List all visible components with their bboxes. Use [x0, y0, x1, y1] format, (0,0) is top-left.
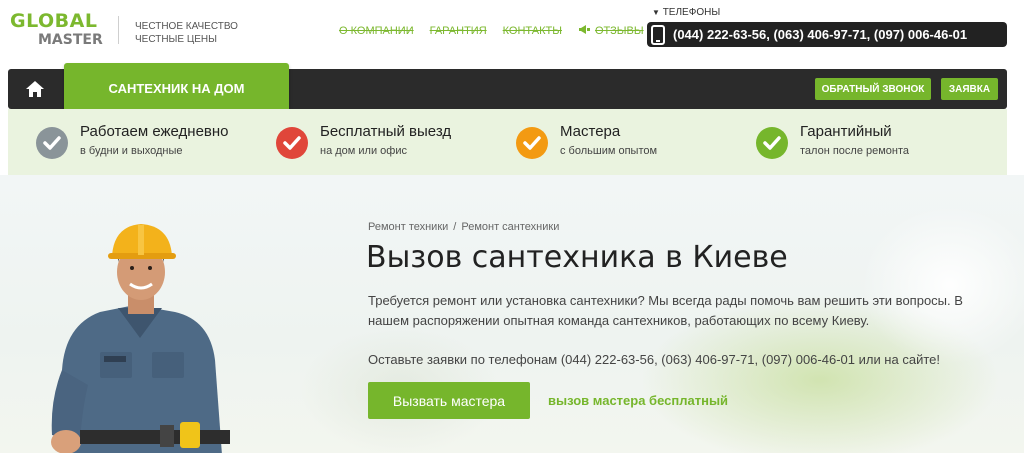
home-icon[interactable]	[25, 79, 45, 99]
phone-icon	[651, 24, 665, 45]
call-master-button-label: Вызвать мастера	[392, 392, 506, 409]
check-icon	[756, 127, 788, 159]
nav-link-about[interactable]: О КОМПАНИИ	[339, 24, 414, 38]
breadcrumb-separator: /	[453, 221, 457, 233]
free-call-note: вызов мастера бесплатный	[548, 393, 729, 408]
logo[interactable]: GLOBAL MASTER	[10, 10, 103, 48]
logo-line2: MASTER	[38, 32, 103, 48]
feature-subtitle: в будни и выходные	[80, 145, 183, 157]
nav-link-guarantee-label: ГАРАНТИЯ	[429, 25, 487, 37]
top-nav: О КОМПАНИИ ГАРАНТИЯ КОНТАКТЫ ОТЗЫВЫ	[339, 24, 644, 38]
feature-daily: Работаем ежедневно в будни и выходные	[36, 122, 229, 159]
request-button[interactable]: ЗАЯВКА	[941, 78, 998, 100]
nav-link-contacts[interactable]: КОНТАКТЫ	[503, 24, 562, 38]
hero-lead-text: Требуется ремонт или установка сантехник…	[368, 293, 963, 328]
feature-free-visit: Бесплатный выезд на дом или офис	[276, 122, 451, 159]
nav-link-about-label: О КОМПАНИИ	[339, 25, 414, 37]
breadcrumb: Ремонт техники / Ремонт сантехники	[368, 221, 559, 233]
feature-subtitle: талон после ремонта	[800, 145, 910, 157]
feature-subtitle: на дом или офис	[320, 145, 407, 157]
page-title: Вызов сантехника в Киеве	[366, 240, 788, 275]
site-header: GLOBAL MASTER ЧЕСТНОЕ КАЧЕСТВО ЧЕСТНЫЕ Ц…	[0, 0, 1024, 66]
feature-subtitle: с большим опытом	[560, 145, 658, 157]
logo-line1: GLOBAL	[10, 10, 98, 32]
tagline: ЧЕСТНОЕ КАЧЕСТВО ЧЕСТНЫЕ ЦЕНЫ	[135, 20, 238, 46]
page-bottom	[0, 453, 1024, 471]
check-icon	[516, 127, 548, 159]
phones-label-text: ТЕЛЕФОНЫ	[662, 7, 721, 18]
feature-title: Мастера	[560, 123, 621, 140]
feature-title: Гарантийный	[800, 123, 892, 140]
triangle-down-icon: ▼	[652, 8, 660, 17]
callback-button[interactable]: ОБРАТНЫЙ ЗВОНОК	[815, 78, 931, 100]
call-master-button[interactable]: Вызвать мастера	[368, 382, 530, 419]
nav-link-contacts-label: КОНТАКТЫ	[502, 25, 562, 37]
breadcrumb-item: Ремонт сантехники	[461, 221, 560, 233]
request-button-label: ЗАЯВКА	[948, 83, 991, 95]
tab-plumber-home[interactable]: САНТЕХНИК НА ДОМ	[64, 63, 289, 114]
tagline-line2: ЧЕСТНЫЕ ЦЕНЫ	[135, 34, 217, 45]
hero-call-text: Оставьте заявки по телефонам (044) 222-6…	[368, 352, 940, 367]
nav-link-reviews[interactable]: ОТЗЫВЫ	[578, 24, 644, 38]
plumber-image	[40, 220, 240, 455]
check-icon	[276, 127, 308, 159]
feature-masters: Мастера с большим опытом	[516, 122, 657, 159]
phones-label: ▼ ТЕЛЕФОНЫ	[652, 7, 720, 18]
logo-divider	[118, 16, 119, 44]
nav-link-guarantee[interactable]: ГАРАНТИЯ	[430, 24, 487, 38]
phones-box[interactable]: (044) 222-63-56, (063) 406-97-71, (097) …	[647, 22, 1007, 47]
tagline-line1: ЧЕСТНОЕ КАЧЕСТВО	[135, 21, 238, 32]
tab-plumber-home-label: САНТЕХНИК НА ДОМ	[108, 81, 245, 96]
callback-button-label: ОБРАТНЫЙ ЗВОНОК	[821, 83, 925, 95]
phone-numbers: (044) 222-63-56, (063) 406-97-71, (097) …	[673, 27, 968, 42]
feature-guarantee: Гарантийный талон после ремонта	[756, 122, 909, 159]
feature-title: Работаем ежедневно	[80, 123, 229, 140]
breadcrumb-item[interactable]: Ремонт техники	[368, 221, 448, 233]
nav-link-reviews-label: ОТЗЫВЫ	[594, 25, 644, 37]
feature-title: Бесплатный выезд	[320, 123, 452, 140]
check-icon	[36, 127, 68, 159]
megaphone-icon	[578, 24, 591, 38]
